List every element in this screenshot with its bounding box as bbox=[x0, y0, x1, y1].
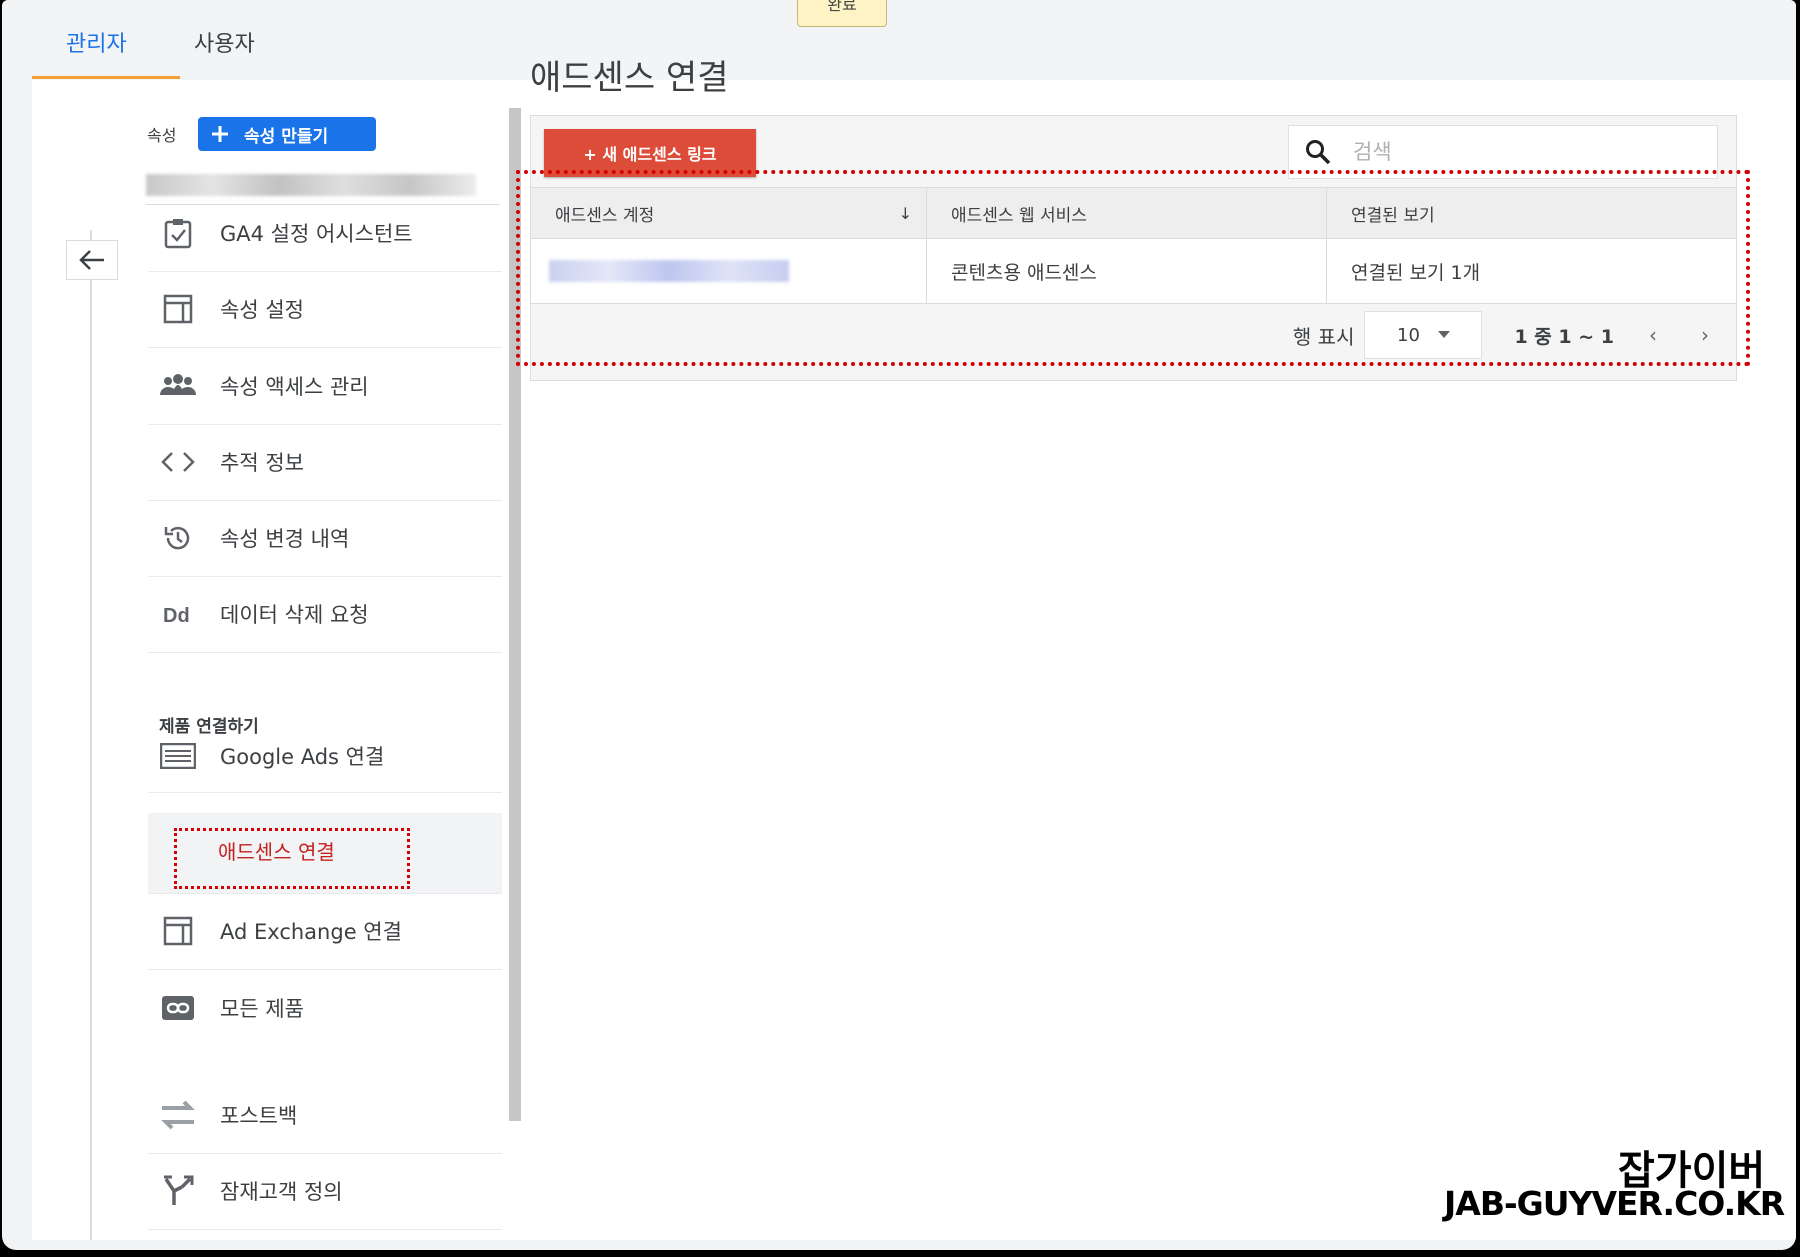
link-icon bbox=[160, 990, 196, 1026]
window-layout-icon bbox=[160, 913, 196, 949]
sidebar-item-label: GA4 설정 어시스턴트 bbox=[220, 222, 413, 246]
sidebar-item-label: Ad Exchange 연결 bbox=[220, 920, 402, 944]
create-property-label: 속성 만들기 bbox=[244, 126, 329, 147]
active-tab-indicator bbox=[32, 76, 180, 79]
sidebar-item-label: 속성 설정 bbox=[220, 298, 304, 322]
code-brackets-icon bbox=[160, 444, 196, 480]
sidebar-item-label: 모든 제품 bbox=[220, 997, 304, 1021]
tab-user[interactable]: 사용자 bbox=[194, 26, 255, 58]
sidebar-item-ga4-setup[interactable]: GA4 설정 어시스턴트 bbox=[148, 195, 502, 272]
sidebar-item-property-settings[interactable]: 속성 설정 bbox=[148, 271, 502, 348]
sidebar-item-label: 데이터 삭제 요청 bbox=[220, 603, 369, 627]
arrows-swap-icon bbox=[160, 1097, 196, 1133]
clipboard-check-icon bbox=[160, 215, 196, 251]
sidebar-item-label: 속성 변경 내역 bbox=[220, 527, 350, 551]
svg-text:Dd: Dd bbox=[163, 605, 190, 626]
ads-list-icon bbox=[160, 738, 196, 774]
dd-icon: Dd bbox=[160, 596, 196, 632]
sidebar-item-label: 잠재고객 정의 bbox=[220, 1180, 343, 1204]
sidebar-item-label: 속성 액세스 관리 bbox=[220, 375, 369, 399]
sidebar-item-tracking-info[interactable]: 추적 정보 bbox=[148, 424, 502, 501]
property-selector-redacted[interactable] bbox=[146, 174, 476, 196]
search-input[interactable] bbox=[1351, 139, 1695, 165]
property-label: 속성 bbox=[147, 126, 177, 145]
window-layout-icon bbox=[160, 291, 196, 327]
sidebar-item-google-ads-links[interactable]: Google Ads 연결 bbox=[148, 720, 502, 793]
sidebar-item-change-history[interactable]: 속성 변경 내역 bbox=[148, 500, 502, 577]
sidebar-divider bbox=[90, 230, 92, 1240]
back-button[interactable] bbox=[66, 240, 118, 280]
sidebar-item-label: 추적 정보 bbox=[220, 451, 304, 475]
page-title: 애드센스 연결 bbox=[530, 58, 729, 98]
history-icon bbox=[160, 520, 196, 556]
notice-tooltip: 완료 bbox=[797, 0, 887, 27]
sidebar-item-all-products[interactable]: 모든 제품 bbox=[148, 970, 502, 1046]
sidebar-item-ad-exchange-links[interactable]: Ad Exchange 연결 bbox=[148, 893, 502, 970]
people-group-icon bbox=[160, 368, 196, 404]
sidebar-item-label: 포스트백 bbox=[220, 1104, 298, 1128]
sidebar-item-label: Google Ads 연결 bbox=[220, 745, 385, 769]
table-highlight-box bbox=[516, 170, 1750, 366]
create-property-button[interactable]: 속성 만들기 bbox=[198, 117, 376, 151]
tab-admin[interactable]: 관리자 bbox=[66, 26, 127, 58]
sidebar-item-audience-definitions[interactable]: 잠재고객 정의 bbox=[148, 1153, 502, 1230]
sidebar-item-adsense-label[interactable]: 애드센스 연결 bbox=[218, 836, 335, 865]
plus-icon bbox=[212, 126, 228, 142]
arrow-left-icon bbox=[79, 250, 104, 270]
watermark-url: JAB-GUYVER.CO.KR bbox=[1444, 1184, 1785, 1223]
search-icon bbox=[1305, 138, 1333, 166]
sidebar-item-postback[interactable]: 포스트백 bbox=[148, 1077, 502, 1154]
sidebar-item-access-management[interactable]: 속성 액세스 관리 bbox=[148, 348, 502, 425]
top-tab-bar: 관리자 사용자 완료 bbox=[2, 0, 1796, 80]
app-window: 관리자 사용자 완료 속성 속성 만들기 GA4 설정 어시스턴트 속성 설정 bbox=[2, 0, 1796, 1250]
sidebar-item-data-deletion[interactable]: Dd 데이터 삭제 요청 bbox=[148, 576, 502, 653]
fork-icon bbox=[160, 1173, 196, 1209]
